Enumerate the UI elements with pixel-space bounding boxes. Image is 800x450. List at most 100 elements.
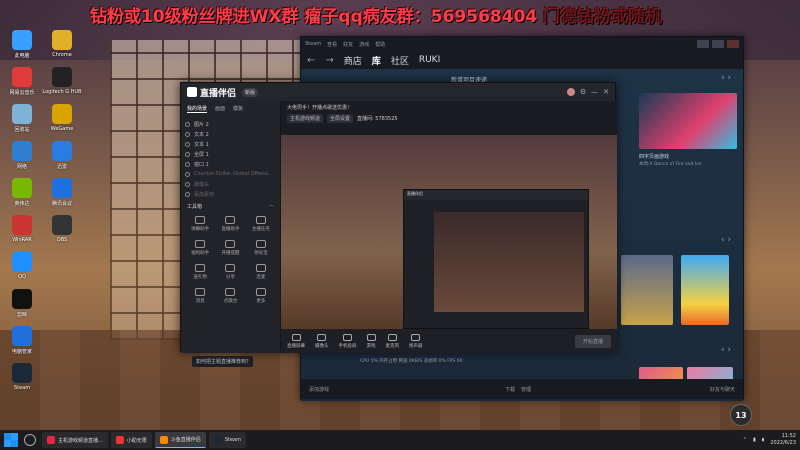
tool-button[interactable]: 直播助手 [215, 214, 245, 236]
tab-view[interactable]: 画面 [215, 105, 225, 113]
steam-menu-steam[interactable]: Steam [305, 41, 321, 47]
avatar[interactable] [566, 88, 575, 96]
desktop-icon[interactable]: Chrome [42, 30, 82, 58]
stream-title[interactable]: 大佬周手！开播点歌送优惠！ [287, 104, 611, 111]
tool-button[interactable]: 送礼物 [185, 262, 215, 284]
scene-item[interactable]: 图片 2 [185, 119, 276, 129]
tool-button[interactable]: 连麦 [246, 262, 276, 284]
desktop-icon[interactable]: 网络 [2, 141, 42, 170]
eye-icon[interactable] [185, 141, 190, 147]
desktop-icon[interactable]: 英伟达 [2, 178, 42, 207]
carousel-arrows[interactable]: ‹ › [721, 73, 731, 83]
tool-button[interactable]: 消息 [185, 286, 215, 308]
tool-button[interactable]: 主播任务 [246, 214, 276, 236]
desktop-icon[interactable]: 网易云音乐 [2, 67, 42, 96]
nav-library[interactable]: 库 [372, 54, 381, 67]
streaming-companion-window[interactable]: 直播伴侣 新版 ⚙ — ✕ 我的场景 画面 模板 图片 2 文本 2 文本 1 全屏 … [180, 82, 617, 353]
control-button[interactable]: 游戏 [366, 333, 376, 349]
tray-up-icon[interactable]: ⌃ [743, 437, 747, 443]
taskbar-item[interactable]: 小助无限 [110, 432, 152, 448]
eye-icon[interactable] [185, 131, 190, 137]
featured-game-tile[interactable] [639, 93, 737, 149]
control-button[interactable]: 扬声器 [409, 333, 423, 349]
downloads-button[interactable]: 下载 [505, 386, 515, 393]
forward-arrow-icon[interactable]: → [325, 55, 333, 66]
control-button[interactable]: 手机投屏 [339, 333, 357, 349]
notification-badge[interactable]: 13 [730, 404, 752, 426]
shelf2-arrows[interactable]: ‹ › [721, 345, 731, 355]
scene-item[interactable]: 添加素材 [185, 189, 276, 199]
tool-button[interactable]: 点歌台 [215, 286, 245, 308]
manage-label[interactable]: 管理 [521, 386, 531, 393]
back-arrow-icon[interactable]: ← [307, 55, 315, 66]
tool-button[interactable]: 分享 [215, 262, 245, 284]
close-button[interactable] [727, 40, 739, 48]
tab-scenes[interactable]: 我的场景 [187, 105, 208, 113]
eye-icon[interactable] [185, 181, 190, 187]
close-icon[interactable]: ✕ [603, 88, 609, 96]
bottom-tip[interactable]: 如何把主题直播推荐到? [192, 356, 253, 367]
desktop-icon[interactable]: 迅雷 [42, 141, 82, 170]
tool-button[interactable]: 弹幕助手 [185, 214, 215, 236]
taskbar-item[interactable]: 主机游戏频道直播... [42, 432, 108, 448]
control-button[interactable]: 直播屏幕 [287, 333, 305, 349]
control-button[interactable]: 麦克风 [386, 333, 399, 349]
eye-icon[interactable] [185, 121, 190, 127]
control-button[interactable]: 摄像头 [315, 333, 329, 349]
taskbar-item[interactable]: Steam [208, 432, 246, 448]
tool-button[interactable]: 开播提醒 [215, 238, 245, 260]
eye-icon[interactable] [185, 151, 190, 157]
scene-item[interactable]: 文本 2 [185, 129, 276, 139]
minimize-button[interactable] [697, 40, 709, 48]
steam-menu-help[interactable]: 帮助 [375, 41, 385, 48]
stream-preview[interactable]: 直播伴侣 [281, 135, 617, 331]
steam-menu-friends[interactable]: 好友 [343, 41, 353, 48]
eye-icon[interactable] [185, 171, 190, 177]
network-icon[interactable]: ▮ [753, 437, 756, 443]
tab-templates[interactable]: 模板 [233, 105, 243, 113]
game-tile-fling[interactable] [681, 255, 729, 325]
search-icon[interactable] [24, 434, 36, 446]
desktop-icon[interactable]: 此电脑 [2, 30, 42, 59]
friends-chat-button[interactable]: 好友与聊天 [710, 386, 735, 393]
tag-channel[interactable]: 主机游戏频道 [287, 114, 324, 123]
maximize-button[interactable] [712, 40, 724, 48]
eye-icon[interactable] [185, 161, 190, 167]
scene-item[interactable]: 全屏 1 [185, 149, 276, 159]
more-icon[interactable]: ⋯ [269, 203, 274, 210]
nav-user[interactable]: RUKI [419, 55, 440, 65]
steam-menu-view[interactable]: 查看 [327, 41, 337, 48]
eye-icon[interactable] [185, 191, 190, 197]
desktop-icon[interactable]: 剪映 [2, 289, 42, 318]
scene-item[interactable]: 文本 1 [185, 139, 276, 149]
minimize-icon[interactable]: — [591, 88, 598, 96]
nav-community[interactable]: 社区 [391, 54, 409, 67]
desktop-icon[interactable]: 腾讯会议 [42, 178, 82, 207]
clock[interactable]: 11:52 2022/6/23 [770, 433, 796, 447]
settings-icon[interactable]: ⚙ [580, 88, 586, 96]
desktop-icon[interactable]: QQ [2, 252, 42, 280]
nav-store[interactable]: 商店 [344, 54, 362, 67]
desktop-icon[interactable]: 回收站 [2, 104, 42, 133]
add-game-button[interactable]: 添加游戏 [309, 386, 329, 393]
shelf-arrows[interactable]: ‹ › [721, 235, 731, 245]
steam-menu-games[interactable]: 游戏 [359, 41, 369, 48]
desktop-icon[interactable]: 电脑管家 [2, 326, 42, 355]
tool-button[interactable]: 福利助手 [185, 238, 215, 260]
start-live-button[interactable]: 开始直播 [574, 334, 611, 348]
scene-item[interactable]: 窗口 1 [185, 159, 276, 169]
desktop-icon[interactable]: OBS [42, 215, 82, 243]
scene-item[interactable]: Counter-Strike: Global Offensive - Direc… [185, 169, 276, 179]
game-tile-hello-neighbor[interactable] [621, 255, 673, 325]
tag-settings[interactable]: 全局设置 [327, 114, 354, 123]
volume-icon[interactable]: ◖ [762, 437, 765, 443]
taskbar-item[interactable]: 斗鱼直播伴侣 [154, 432, 206, 448]
scene-item[interactable]: 摄像头 [185, 179, 276, 189]
tool-button[interactable]: 领号宝 [246, 238, 276, 260]
desktop-icon[interactable]: Logitech G HUB [42, 67, 82, 95]
windows-start-icon[interactable] [4, 433, 18, 447]
desktop-icon[interactable]: WinRAR [2, 215, 42, 243]
desktop-icon[interactable]: WeGame [42, 104, 82, 132]
tool-button[interactable]: 更多 [246, 286, 276, 308]
desktop-icon[interactable]: Steam [2, 363, 42, 391]
